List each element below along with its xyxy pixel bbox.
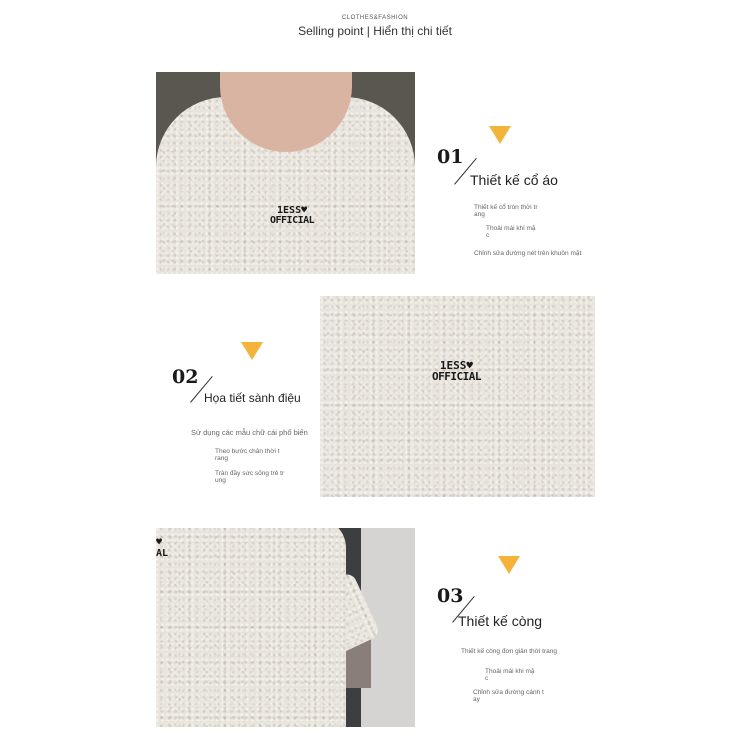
section-desc: Thiết kế cổ tròn thời tr ang (474, 204, 538, 218)
page-title: Selling point | Hiển thị chi tiết (298, 24, 452, 38)
section-desc: Tràn đầy sức sống trẻ tr ung (215, 470, 285, 484)
triangle-marker-icon (489, 126, 511, 144)
logo-text-2: OFFICIAL (270, 215, 315, 226)
cuff-photo: ♥ AL (156, 528, 415, 727)
section-title: Họa tiết sành điệu (204, 391, 301, 405)
section-desc: Theo bước chân thời t rang (215, 448, 280, 462)
heart-icon: ♥ (156, 537, 163, 548)
triangle-marker-icon (498, 556, 520, 574)
partial-logo: ♥ AL (156, 537, 169, 559)
triangle-marker-icon (241, 342, 263, 360)
section-title: Thiết kế cổ áo (470, 172, 558, 188)
collar-photo: 1ESS♥ OFFICIAL (156, 72, 415, 274)
header-small: CLOTHES&FASHION (341, 15, 409, 21)
section-title: Thiết kế còng (458, 613, 543, 629)
section-desc: Thoải mái khi mặ c (485, 668, 535, 682)
section-desc: Chỉnh sửa đường cánh t ay (473, 689, 544, 703)
section-desc: Sử dụng các mẫu chữ cái phổ biến (191, 428, 308, 437)
pattern-photo: 1ESS♥ OFFICIAL (320, 296, 595, 497)
section-desc: Chỉnh sửa đường nét trên khuôn mặt (474, 250, 582, 257)
logo-text-partial: AL (156, 547, 169, 559)
section-number: 02 (172, 366, 199, 388)
shirt-logo: 1ESS♥ OFFICIAL (270, 206, 315, 226)
section-number: 01 (437, 146, 464, 168)
section-number: 03 (437, 585, 464, 607)
shirt-logo: 1ESS♥ OFFICIAL (432, 360, 481, 382)
section-desc: Thiết kế còng đơn giản thời trang (461, 648, 557, 655)
section-desc: Thoải mái khi mặ c (486, 225, 536, 239)
logo-text-2: OFFICIAL (432, 370, 481, 383)
shirt-side (156, 528, 346, 727)
